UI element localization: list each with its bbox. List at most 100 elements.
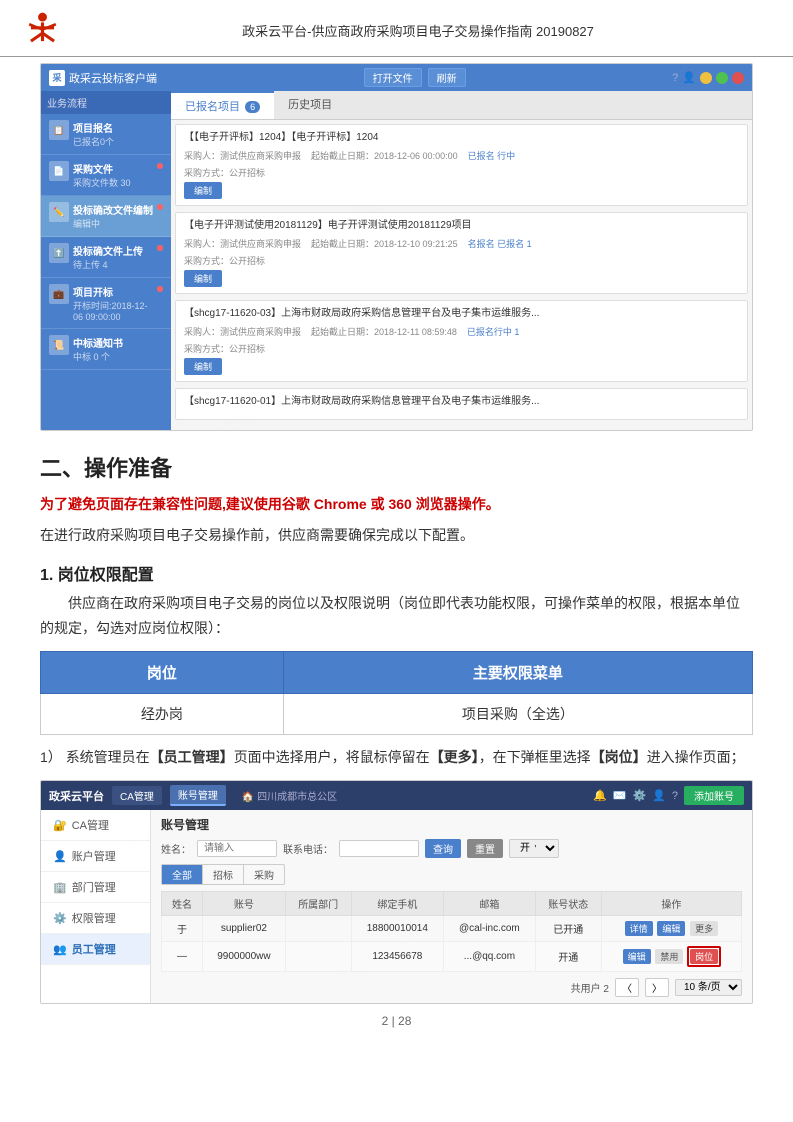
- cell-name-0: 于: [162, 916, 203, 942]
- position-btn[interactable]: 岗位: [690, 949, 718, 964]
- admin-sidebar-perm[interactable]: ⚙️ 权限管理: [41, 903, 150, 934]
- admin-sidebar-ca[interactable]: 🔐 CA管理: [41, 810, 150, 841]
- admin-main-title: 账号管理: [161, 816, 742, 833]
- name-search-input[interactable]: [197, 840, 277, 857]
- admin-nav-ca[interactable]: CA管理: [112, 786, 162, 805]
- admin-icons-group: 🔔 ✉️ ⚙️ 👤 ? 添加账号: [593, 786, 744, 805]
- col-action: 操作: [601, 892, 741, 916]
- bid-edit-icon: ✏️: [49, 202, 69, 222]
- sw-maximize-icon[interactable]: [716, 72, 728, 84]
- sidebar-title-4: 项目开标: [73, 284, 153, 299]
- project-item-0: 【【电子开评标】1204】【电子开评标】1204 采购人：测试供应商采购申报 起…: [175, 124, 748, 206]
- cell-account-0: supplier02: [203, 916, 286, 942]
- sidebar-item-2[interactable]: ✏️ 投标确改文件编制 编辑中: [41, 196, 171, 237]
- detail-btn-0[interactable]: 详情: [625, 921, 653, 936]
- project-procurement-2: 采购方式：公开招标: [184, 342, 739, 355]
- sidebar-dot-2: [157, 204, 163, 210]
- sidebar-text-5: 中标通知书 中标 0 个: [73, 335, 163, 363]
- sidebar-title-5: 中标通知书: [73, 335, 163, 350]
- notification-icon[interactable]: 🔔: [593, 789, 607, 802]
- admin-sidebar-employee[interactable]: 👥 员工管理: [41, 934, 150, 965]
- disable-btn-1[interactable]: 禁用: [655, 949, 683, 964]
- sidebar-item-0[interactable]: 📋 项目报名 已报名0个: [41, 114, 171, 155]
- sidebar-dot-1: [157, 163, 163, 169]
- edit-btn-1[interactable]: 编辑: [623, 949, 651, 964]
- logo-area: [20, 10, 73, 50]
- sw-tabs: 已报名项目 6 历史项目: [171, 91, 752, 120]
- sidebar-text-2: 投标确改文件编制 编辑中: [73, 202, 153, 230]
- admin-sidebar-dept-label: 部门管理: [72, 879, 116, 895]
- name-search-label: 姓名：: [161, 841, 191, 856]
- project-deadline-2: 起始截止日期：2018-12-11 08:59:48: [311, 325, 457, 338]
- filter-tab-bid[interactable]: 招标: [203, 865, 244, 884]
- position-table: 岗位 主要权限菜单 经办岗 项目采购（全选）: [40, 651, 753, 735]
- sidebar-item-4[interactable]: 💼 项目开标 开标时间:2018-12-06 09:00:00: [41, 278, 171, 329]
- admin-sidebar-dept[interactable]: 🏢 部门管理: [41, 872, 150, 903]
- filter-tab-purchase[interactable]: 采购: [244, 865, 284, 884]
- table-row: 于 supplier02 18800010014 @cal-inc.com 已开…: [162, 916, 742, 942]
- table-header-position: 岗位: [41, 651, 284, 693]
- sw-open-btn[interactable]: 打开文件: [364, 68, 422, 87]
- prev-page-btn[interactable]: 〈: [615, 978, 639, 997]
- tab-history[interactable]: 历史项目: [274, 91, 346, 119]
- admin-logo: 政采云平台: [49, 788, 104, 804]
- table-cell-menu: 项目采购（全选）: [283, 693, 752, 734]
- cell-action-0: 详情 编辑 更多: [601, 916, 741, 942]
- sw-minimize-icon[interactable]: [700, 72, 712, 84]
- admin-sidebar-perm-label: 权限管理: [72, 910, 116, 926]
- sidebar-title-2: 投标确改文件编制: [73, 202, 153, 217]
- message-icon[interactable]: ✉️: [613, 789, 627, 802]
- table-header-menu: 主要权限菜单: [283, 651, 752, 693]
- section-heading-text: 二、操作准备: [40, 451, 172, 483]
- add-account-btn[interactable]: 添加账号: [684, 786, 744, 805]
- edit-btn-0[interactable]: 编辑: [657, 921, 685, 936]
- project-meta-0: 采购人：测试供应商采购申报 起始截止日期：2018-12-06 00:00:00…: [184, 149, 739, 162]
- step-1-label: 1）: [40, 749, 62, 765]
- project-meta-1: 采购人：测试供应商采购申报 起始截止日期：2018-12-10 09:21:25…: [184, 237, 739, 250]
- project-btn-2[interactable]: 编制: [184, 358, 222, 375]
- purchase-file-icon: 📄: [49, 161, 69, 181]
- user-icon[interactable]: 👤: [652, 789, 666, 802]
- table-cell-position: 经办岗: [41, 693, 284, 734]
- search-btn[interactable]: 查询: [425, 839, 461, 858]
- sidebar-item-5[interactable]: 📜 中标通知书 中标 0 个: [41, 329, 171, 370]
- project-item-3: 【shcg17-11620-01】上海市财政局政府采购信息管理平台及电子集市运维…: [175, 388, 748, 420]
- project-btn-1[interactable]: 编制: [184, 270, 222, 287]
- admin-sidebar-account[interactable]: 👤 账户管理: [41, 841, 150, 872]
- col-phone: 绑定手机: [351, 892, 443, 916]
- help-icon[interactable]: ?: [672, 790, 678, 802]
- sw-title-right: ? 👤: [672, 71, 744, 84]
- sw-refresh-btn[interactable]: 刷新: [428, 68, 466, 87]
- tab-registered[interactable]: 已报名项目 6: [171, 91, 274, 119]
- project-procurement-1: 采购方式：公开招标: [184, 254, 739, 267]
- sidebar-item-1[interactable]: 📄 采购文件 采购文件数 30: [41, 155, 171, 196]
- sw-app-name: 政采云投标客户端: [69, 70, 157, 86]
- filter-tab-all[interactable]: 全部: [162, 865, 203, 884]
- admin-sidebar-account-label: 账户管理: [72, 848, 116, 864]
- reset-btn[interactable]: 重置: [467, 839, 503, 858]
- more-btn-0[interactable]: 更多: [690, 921, 718, 936]
- cell-dept-1: [285, 942, 351, 972]
- page-header: 政采云平台-供应商政府采购项目电子交易操作指南 20190827: [0, 0, 793, 57]
- sw-close-icon[interactable]: [732, 72, 744, 84]
- phone-search-input[interactable]: [339, 840, 419, 857]
- sidebar-sub-1: 采购文件数 30: [73, 176, 153, 189]
- sw-sidebar-header: 业务流程: [41, 91, 171, 114]
- admin-nav-region: 🏠 四川成都市总公区: [234, 786, 345, 805]
- sidebar-sub-5: 中标 0 个: [73, 350, 163, 363]
- project-btn-0[interactable]: 编制: [184, 182, 222, 199]
- admin-nav-account[interactable]: 账号管理: [170, 785, 226, 806]
- sidebar-item-3[interactable]: ⬆️ 投标确文件上传 待上传 4: [41, 237, 171, 278]
- total-count: 共用户 2: [571, 980, 609, 995]
- account-icon: 👤: [53, 850, 67, 863]
- col-dept: 所属部门: [285, 892, 351, 916]
- admin-body: 🔐 CA管理 👤 账户管理 🏢 部门管理 ⚙️ 权限管理: [41, 810, 752, 1003]
- project-title-2: 【shcg17-11620-03】上海市财政局政府采购信息管理平台及电子集市运维…: [184, 307, 739, 321]
- sw-title-logo: 采: [49, 70, 65, 86]
- page-size-select[interactable]: 10 条/页: [675, 979, 742, 996]
- next-page-btn[interactable]: 〉: [645, 978, 669, 997]
- settings-icon[interactable]: ⚙️: [632, 789, 646, 802]
- sw-title-left: 采 政采云投标客户端: [49, 70, 157, 86]
- open-dropdown[interactable]: 开 ▼: [509, 839, 559, 858]
- employee-icon: 👥: [53, 943, 67, 956]
